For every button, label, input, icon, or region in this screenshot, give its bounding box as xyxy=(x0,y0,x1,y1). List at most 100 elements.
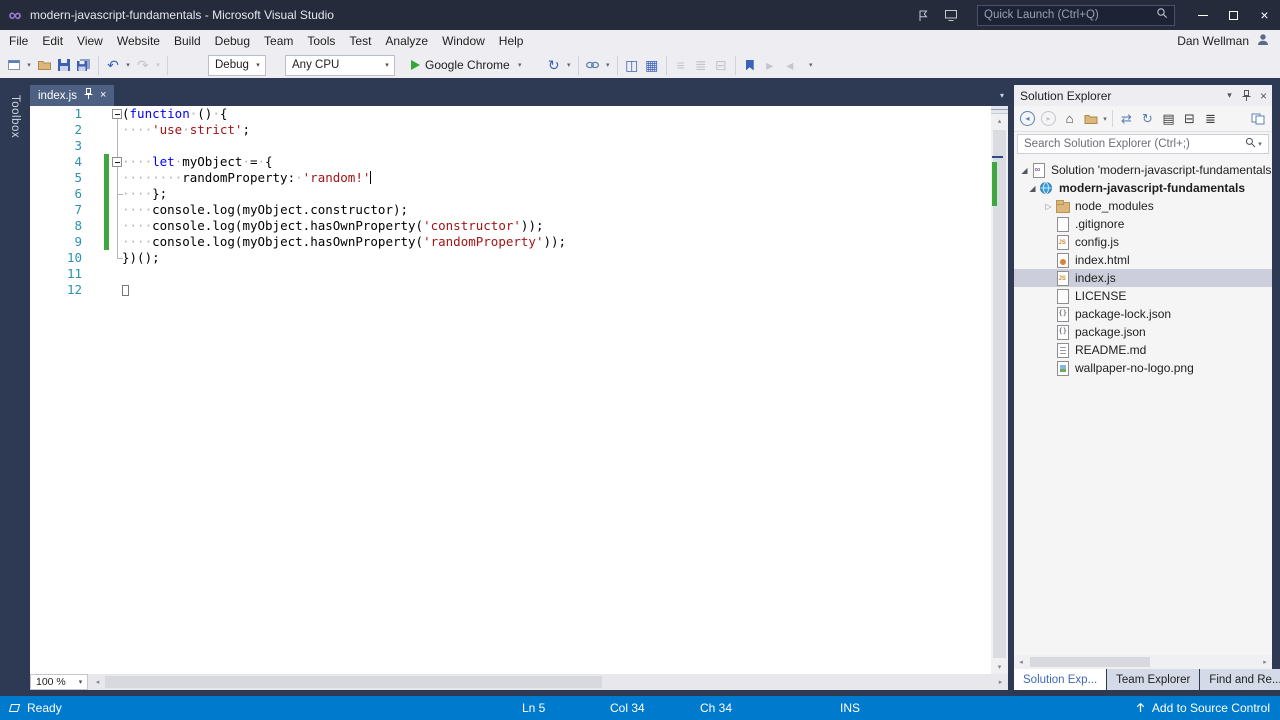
code-line-8[interactable]: 8 ····console.log(myObject.hasOwnProperty… xyxy=(30,218,991,234)
line-number[interactable]: 4 xyxy=(30,154,82,170)
menu-edit[interactable]: Edit xyxy=(35,30,70,52)
split-view-icon[interactable]: ◫ xyxy=(622,54,642,76)
scrollbar-track[interactable] xyxy=(991,128,1008,660)
tree-item-index-html[interactable]: index.html xyxy=(1014,251,1272,269)
code-line-5[interactable]: 5 ········randomProperty:·'random!' xyxy=(30,170,991,186)
collapse-all-icon[interactable]: ⊟ xyxy=(1179,108,1200,129)
show-all-files-icon[interactable]: ▤ xyxy=(1158,108,1179,129)
tree-item-package-lock-json[interactable]: package-lock.json xyxy=(1014,305,1272,323)
menu-team[interactable]: Team xyxy=(257,30,300,52)
run-target-dropdown-icon[interactable]: ▾ xyxy=(515,54,525,76)
code-line-4[interactable]: 4 ····let·myObject·=·{ xyxy=(30,154,991,170)
document-tab-indexjs[interactable]: index.js × xyxy=(30,85,115,106)
line-number[interactable]: 9 xyxy=(30,234,82,250)
menu-help[interactable]: Help xyxy=(492,30,531,52)
solution-explorer-header[interactable]: Solution Explorer ▾ × xyxy=(1014,85,1272,106)
tool-tab-find-and-re-[interactable]: Find and Re... xyxy=(1200,669,1280,690)
window-position-dropdown-icon[interactable]: ▾ xyxy=(1221,87,1238,104)
open-file-icon[interactable] xyxy=(34,54,54,76)
browser-link-icon[interactable] xyxy=(583,54,603,76)
menu-file[interactable]: File xyxy=(2,30,35,52)
tree-item-config-js[interactable]: config.js xyxy=(1014,233,1272,251)
menu-analyze[interactable]: Analyze xyxy=(378,30,435,52)
feedback-icon[interactable] xyxy=(937,4,965,26)
horizontal-scrollbar-thumb[interactable] xyxy=(105,676,602,688)
bookmark-icon[interactable] xyxy=(740,54,760,76)
line-number[interactable]: 10 xyxy=(30,250,82,266)
line-number[interactable]: 3 xyxy=(30,138,82,154)
menu-debug[interactable]: Debug xyxy=(208,30,257,52)
user-name[interactable]: Dan Wellman xyxy=(1177,34,1249,48)
line-number[interactable]: 2 xyxy=(30,122,82,138)
line-number[interactable]: 8 xyxy=(30,218,82,234)
save-icon[interactable] xyxy=(54,54,74,76)
sync-with-active-document-icon[interactable]: ⇄ xyxy=(1116,108,1137,129)
tree-item-modern-javascript-fundamentals[interactable]: ◢ modern-javascript-fundamentals xyxy=(1014,179,1272,197)
tree-item-node-modules[interactable]: ▷ node_modules xyxy=(1014,197,1272,215)
solution-search-input[interactable]: Search Solution Explorer (Ctrl+;) ▾ xyxy=(1017,134,1269,154)
browser-link-dropdown-icon[interactable]: ▾ xyxy=(564,54,574,76)
scope-folder-icon[interactable] xyxy=(1080,108,1101,129)
menu-build[interactable]: Build xyxy=(167,30,208,52)
minimize-button[interactable] xyxy=(1187,0,1218,30)
line-number[interactable]: 12 xyxy=(30,282,82,298)
undo-dropdown-icon[interactable]: ▾ xyxy=(123,54,133,76)
search-options-dropdown-icon[interactable]: ▾ xyxy=(1256,140,1264,148)
line-number[interactable]: 5 xyxy=(30,170,82,186)
tree-item-package-json[interactable]: package.json xyxy=(1014,323,1272,341)
pin-icon[interactable] xyxy=(84,88,93,103)
menu-tools[interactable]: Tools xyxy=(300,30,342,52)
scroll-left-icon[interactable]: ◂ xyxy=(1014,655,1028,669)
undo-icon[interactable]: ↶ xyxy=(103,54,123,76)
vertical-scrollbar[interactable]: ▴ ▾ xyxy=(991,106,1008,674)
scope-dropdown-icon[interactable]: ▾ xyxy=(1101,115,1109,123)
expander-expanded-icon[interactable]: ◢ xyxy=(1026,184,1039,193)
scroll-left-icon[interactable]: ◂ xyxy=(90,674,105,690)
new-project-icon[interactable] xyxy=(4,54,24,76)
status-line[interactable]: Ln 5 xyxy=(522,701,545,715)
code-line-2[interactable]: 2 ····'use·strict'; xyxy=(30,122,991,138)
scroll-down-icon[interactable]: ▾ xyxy=(991,660,1008,674)
scroll-up-icon[interactable]: ▴ xyxy=(991,114,1008,128)
browser-link-options-dropdown-icon[interactable]: ▾ xyxy=(603,54,613,76)
notifications-flag-icon[interactable] xyxy=(909,4,937,26)
preview-selected-items-icon[interactable] xyxy=(1247,108,1268,129)
preview-in-browser-icon[interactable]: ▦ xyxy=(642,54,662,76)
home-icon[interactable]: ⌂ xyxy=(1059,108,1080,129)
account-avatar-icon[interactable] xyxy=(1256,33,1270,49)
pin-icon[interactable] xyxy=(1238,87,1255,104)
editor-splitter-handle[interactable] xyxy=(991,106,1008,114)
properties-icon[interactable]: ≣ xyxy=(1200,108,1221,129)
tree-item-readme-md[interactable]: README.md xyxy=(1014,341,1272,359)
menu-window[interactable]: Window xyxy=(435,30,492,52)
scrollbar-thumb[interactable] xyxy=(993,130,1006,658)
quick-launch-input[interactable]: Quick Launch (Ctrl+Q) xyxy=(977,4,1175,26)
solution-configuration-dropdown[interactable]: Debug ▾ xyxy=(208,54,266,76)
expander-collapsed-icon[interactable]: ▷ xyxy=(1042,202,1055,211)
maximize-button[interactable] xyxy=(1218,0,1249,30)
document-list-dropdown-icon[interactable]: ▾ xyxy=(1000,91,1004,100)
code-line-10[interactable]: 10})(); xyxy=(30,250,991,266)
navigate-back-icon[interactable]: ◂ xyxy=(1017,108,1038,129)
toolbox-autohide-tab[interactable]: Toolbox xyxy=(2,86,28,148)
save-all-icon[interactable] xyxy=(74,54,94,76)
tree-item-license[interactable]: LICENSE xyxy=(1014,287,1272,305)
search-icon[interactable] xyxy=(1245,135,1256,153)
status-insert-mode[interactable]: INS xyxy=(840,701,860,715)
expander-expanded-icon[interactable]: ◢ xyxy=(1018,166,1031,175)
code-line-11[interactable]: 11 xyxy=(30,266,991,282)
code-line-7[interactable]: 7 ····console.log(myObject.constructor); xyxy=(30,202,991,218)
line-number[interactable]: 11 xyxy=(30,266,82,282)
fold-collapse-icon[interactable] xyxy=(112,157,122,167)
code-line-12[interactable]: 12 xyxy=(30,282,991,298)
refresh-icon[interactable]: ↻ xyxy=(1137,108,1158,129)
line-number[interactable]: 1 xyxy=(30,106,82,122)
zoom-dropdown[interactable]: 100 % ▾ xyxy=(30,674,88,690)
tree-scrollbar-thumb[interactable] xyxy=(1030,657,1150,667)
new-project-dropdown-icon[interactable]: ▾ xyxy=(24,54,34,76)
code-line-3[interactable]: 3 xyxy=(30,138,991,154)
fold-collapse-icon[interactable] xyxy=(112,109,122,119)
tool-tab-solution-exp-[interactable]: Solution Exp... xyxy=(1014,669,1107,690)
solution-platform-dropdown[interactable]: Any CPU ▾ xyxy=(285,54,395,76)
add-to-source-control-button[interactable]: Add to Source Control xyxy=(1135,696,1270,720)
